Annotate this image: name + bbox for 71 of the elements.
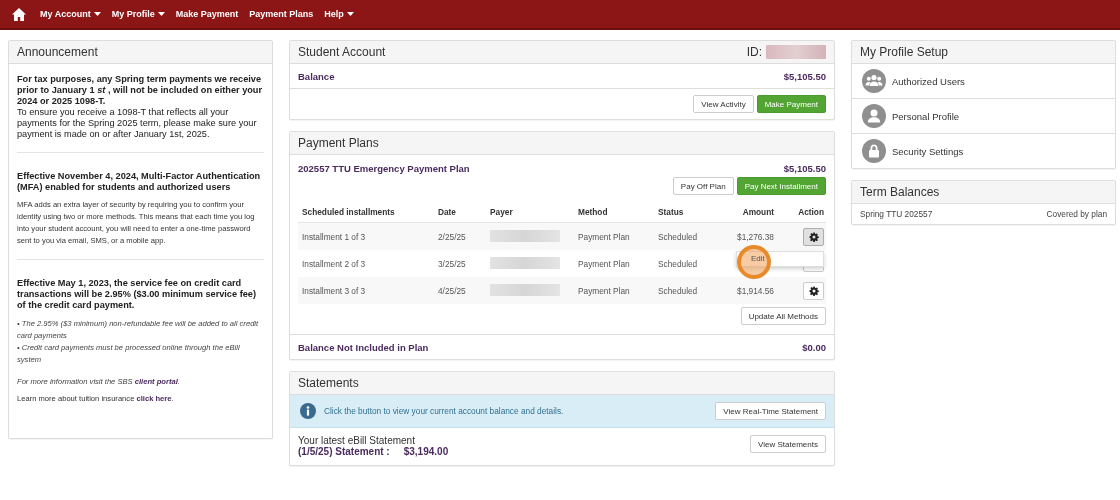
balance-amount: $0.00 xyxy=(802,341,826,353)
update-methods-button[interactable]: Update All Methods xyxy=(740,307,826,325)
info-icon xyxy=(300,403,316,419)
panel-title: Payment Plans xyxy=(298,136,379,150)
column-header: Scheduled installments xyxy=(301,207,396,217)
settings-button[interactable] xyxy=(803,227,824,246)
gear-icon xyxy=(808,231,819,242)
nav-menu-item[interactable]: Help xyxy=(324,9,354,19)
panel-title: Student Account xyxy=(298,45,386,59)
table-cell-text: 2/25/25 xyxy=(437,231,467,242)
table-cell-text: 3/25/25 xyxy=(437,258,467,269)
info-text: Click the button to view your current account balance and details. xyxy=(324,406,565,416)
panel-title: Term Balances xyxy=(860,185,940,199)
home-icon xyxy=(12,7,26,21)
table-cell-text: 4/25/25 xyxy=(437,285,467,296)
table-cell-text: Scheduled xyxy=(657,285,699,296)
profile-menu-item[interactable]: Authorized Users xyxy=(852,64,1115,99)
view-activity-button[interactable]: View Activity xyxy=(693,95,754,113)
table-cell-text: $1,276.38 xyxy=(736,231,775,242)
statement-date: (1/5/25) Statement : xyxy=(298,446,390,457)
users-icon xyxy=(862,69,886,93)
nav-menu-item[interactable]: My Profile xyxy=(111,9,165,19)
real-time-statement-button[interactable]: View Real-Time Statement xyxy=(715,402,826,420)
nav-menu-item[interactable]: Payment Plans xyxy=(249,9,314,19)
panel-title: Announcement xyxy=(17,45,98,59)
panel-title: Statements xyxy=(298,376,359,390)
plan-name[interactable]: 202557 TTU Emergency Payment Plan xyxy=(298,163,470,174)
column-header: Amount xyxy=(741,207,775,217)
table-cell-text: Scheduled xyxy=(657,231,699,242)
plan-amount: $5,105.50 xyxy=(783,163,826,174)
panel-title: My Profile Setup xyxy=(860,45,949,59)
column-header: Payer xyxy=(489,207,514,217)
table-cell-text: Scheduled xyxy=(657,258,699,269)
table-cell-text: Payment Plan xyxy=(577,231,631,242)
person-icon xyxy=(862,104,886,128)
announcement-text: To ensure you receive a 1098-T that reflects all your payments for the Spring 2025 term, please make sure your payment is made on or after January 1st, 2025. xyxy=(17,107,258,140)
announcement-heading: Effective November 4, 2024, Multi-Factor Authentication (MFA) enabled for students and authorized users xyxy=(17,171,262,193)
table-cell-text: Installment 1 of 3 xyxy=(301,231,367,242)
edit-menu-item[interactable]: Edit xyxy=(737,254,765,263)
redacted-block xyxy=(490,256,560,269)
pay-off-button[interactable]: Pay Off Plan xyxy=(672,177,734,195)
profile-menu-item[interactable]: Personal Profile xyxy=(852,99,1115,134)
table-cell-text: Installment 2 of 3 xyxy=(301,258,367,269)
statement-label: Your latest eBill Statement xyxy=(298,435,416,446)
column-header: Action xyxy=(797,207,825,217)
settings-button[interactable] xyxy=(803,281,824,300)
id-label: ID: xyxy=(746,45,762,59)
table-cell-text: Payment Plan xyxy=(577,258,631,269)
profile-menu-item[interactable]: Security Settings xyxy=(852,134,1115,168)
balance-amount: $5,105.50 xyxy=(783,70,826,82)
nav-menu-item[interactable]: My Account xyxy=(40,9,101,19)
redacted-block xyxy=(490,229,560,242)
gear-icon xyxy=(808,285,819,296)
announcement-heading: For tax purposes, any Spring term payments we receive prior to January 1 st , will not be included on either your 2024 or 2025 1098-T. xyxy=(17,74,264,107)
lock-icon xyxy=(862,139,886,163)
balance-label: Balance Not Included in Plan xyxy=(298,341,429,353)
column-header: Method xyxy=(577,207,609,217)
balance-label: Balance xyxy=(298,70,335,82)
redacted-block xyxy=(490,283,560,296)
column-header: Date xyxy=(437,207,457,217)
table-cell-text: Payment Plan xyxy=(577,285,631,296)
term-status: Covered by plan xyxy=(1046,209,1107,219)
view-statements-button[interactable]: View Statements xyxy=(750,435,826,453)
column-header: Status xyxy=(657,207,685,217)
term-name: Spring TTU 202557 xyxy=(860,209,933,219)
nav-menu-item[interactable]: Make Payment xyxy=(175,9,239,19)
table-cell-text: $1,914.56 xyxy=(736,285,775,296)
redacted-block xyxy=(766,45,826,59)
statement-amount: $3,194.00 xyxy=(403,446,449,457)
table-cell-text: Installment 3 of 3 xyxy=(301,285,367,296)
announcement-heading: Effective May 1, 2023, the service fee on credit card transactions will be 2.95% ($3.00 minimum service fee) of the credit card payment. xyxy=(17,278,257,311)
